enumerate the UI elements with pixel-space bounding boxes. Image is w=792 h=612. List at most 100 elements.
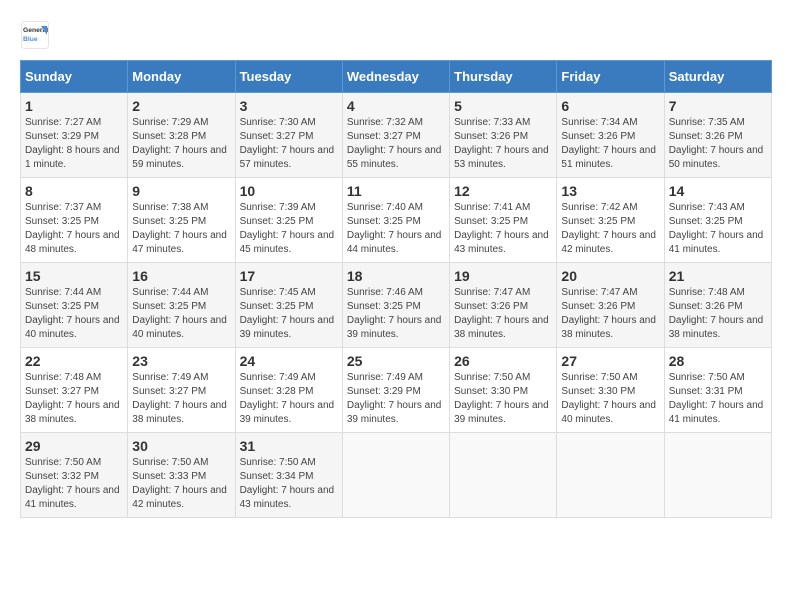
logo-icon: General Blue: [20, 20, 50, 50]
day-number: 31: [240, 438, 338, 454]
calendar-cell: 24 Sunrise: 7:49 AMSunset: 3:28 PMDaylig…: [235, 348, 342, 433]
day-number: 19: [454, 268, 552, 284]
calendar-cell: 30 Sunrise: 7:50 AMSunset: 3:33 PMDaylig…: [128, 433, 235, 518]
day-number: 27: [561, 353, 659, 369]
cell-info: Sunrise: 7:50 AMSunset: 3:31 PMDaylight:…: [669, 371, 767, 427]
cell-info: Sunrise: 7:38 AMSunset: 3:25 PMDaylight:…: [132, 201, 230, 257]
calendar-cell: 11 Sunrise: 7:40 AMSunset: 3:25 PMDaylig…: [342, 178, 449, 263]
cell-info: Sunrise: 7:49 AMSunset: 3:28 PMDaylight:…: [240, 371, 338, 427]
cell-info: Sunrise: 7:46 AMSunset: 3:25 PMDaylight:…: [347, 286, 445, 342]
day-number: 9: [132, 183, 230, 199]
cell-info: Sunrise: 7:37 AMSunset: 3:25 PMDaylight:…: [25, 201, 123, 257]
calendar-cell: 19 Sunrise: 7:47 AMSunset: 3:26 PMDaylig…: [450, 263, 557, 348]
cell-info: Sunrise: 7:43 AMSunset: 3:25 PMDaylight:…: [669, 201, 767, 257]
cell-info: Sunrise: 7:48 AMSunset: 3:27 PMDaylight:…: [25, 371, 123, 427]
day-number: 4: [347, 98, 445, 114]
calendar-cell: 29 Sunrise: 7:50 AMSunset: 3:32 PMDaylig…: [21, 433, 128, 518]
day-number: 29: [25, 438, 123, 454]
calendar-cell: 14 Sunrise: 7:43 AMSunset: 3:25 PMDaylig…: [664, 178, 771, 263]
day-number: 15: [25, 268, 123, 284]
calendar-cell: [557, 433, 664, 518]
calendar-cell: 16 Sunrise: 7:44 AMSunset: 3:25 PMDaylig…: [128, 263, 235, 348]
day-number: 5: [454, 98, 552, 114]
calendar-cell: [342, 433, 449, 518]
day-number: 16: [132, 268, 230, 284]
day-number: 14: [669, 183, 767, 199]
cell-info: Sunrise: 7:47 AMSunset: 3:26 PMDaylight:…: [454, 286, 552, 342]
cell-info: Sunrise: 7:44 AMSunset: 3:25 PMDaylight:…: [132, 286, 230, 342]
cell-info: Sunrise: 7:34 AMSunset: 3:26 PMDaylight:…: [561, 116, 659, 172]
day-number: 12: [454, 183, 552, 199]
day-number: 21: [669, 268, 767, 284]
day-number: 28: [669, 353, 767, 369]
calendar-cell: 6 Sunrise: 7:34 AMSunset: 3:26 PMDayligh…: [557, 93, 664, 178]
calendar-cell: 21 Sunrise: 7:48 AMSunset: 3:26 PMDaylig…: [664, 263, 771, 348]
calendar-cell: 10 Sunrise: 7:39 AMSunset: 3:25 PMDaylig…: [235, 178, 342, 263]
cell-info: Sunrise: 7:50 AMSunset: 3:34 PMDaylight:…: [240, 456, 338, 512]
day-number: 18: [347, 268, 445, 284]
week-row-2: 8 Sunrise: 7:37 AMSunset: 3:25 PMDayligh…: [21, 178, 772, 263]
calendar-cell: 23 Sunrise: 7:49 AMSunset: 3:27 PMDaylig…: [128, 348, 235, 433]
cell-info: Sunrise: 7:50 AMSunset: 3:30 PMDaylight:…: [561, 371, 659, 427]
cell-info: Sunrise: 7:41 AMSunset: 3:25 PMDaylight:…: [454, 201, 552, 257]
calendar-cell: 31 Sunrise: 7:50 AMSunset: 3:34 PMDaylig…: [235, 433, 342, 518]
cell-info: Sunrise: 7:49 AMSunset: 3:29 PMDaylight:…: [347, 371, 445, 427]
day-number: 23: [132, 353, 230, 369]
cell-info: Sunrise: 7:49 AMSunset: 3:27 PMDaylight:…: [132, 371, 230, 427]
calendar-cell: [450, 433, 557, 518]
day-number: 11: [347, 183, 445, 199]
day-number: 24: [240, 353, 338, 369]
cell-info: Sunrise: 7:50 AMSunset: 3:30 PMDaylight:…: [454, 371, 552, 427]
day-number: 10: [240, 183, 338, 199]
calendar-cell: 25 Sunrise: 7:49 AMSunset: 3:29 PMDaylig…: [342, 348, 449, 433]
cell-info: Sunrise: 7:39 AMSunset: 3:25 PMDaylight:…: [240, 201, 338, 257]
cell-info: Sunrise: 7:44 AMSunset: 3:25 PMDaylight:…: [25, 286, 123, 342]
calendar-cell: 8 Sunrise: 7:37 AMSunset: 3:25 PMDayligh…: [21, 178, 128, 263]
day-number: 1: [25, 98, 123, 114]
cell-info: Sunrise: 7:47 AMSunset: 3:26 PMDaylight:…: [561, 286, 659, 342]
cell-info: Sunrise: 7:29 AMSunset: 3:28 PMDaylight:…: [132, 116, 230, 172]
day-number: 20: [561, 268, 659, 284]
day-number: 22: [25, 353, 123, 369]
col-thursday: Thursday: [450, 61, 557, 93]
calendar-cell: 27 Sunrise: 7:50 AMSunset: 3:30 PMDaylig…: [557, 348, 664, 433]
col-monday: Monday: [128, 61, 235, 93]
week-row-3: 15 Sunrise: 7:44 AMSunset: 3:25 PMDaylig…: [21, 263, 772, 348]
week-row-1: 1 Sunrise: 7:27 AMSunset: 3:29 PMDayligh…: [21, 93, 772, 178]
col-wednesday: Wednesday: [342, 61, 449, 93]
day-number: 25: [347, 353, 445, 369]
calendar-cell: 9 Sunrise: 7:38 AMSunset: 3:25 PMDayligh…: [128, 178, 235, 263]
cell-info: Sunrise: 7:30 AMSunset: 3:27 PMDaylight:…: [240, 116, 338, 172]
calendar-cell: 20 Sunrise: 7:47 AMSunset: 3:26 PMDaylig…: [557, 263, 664, 348]
col-tuesday: Tuesday: [235, 61, 342, 93]
calendar-cell: 17 Sunrise: 7:45 AMSunset: 3:25 PMDaylig…: [235, 263, 342, 348]
calendar-cell: 15 Sunrise: 7:44 AMSunset: 3:25 PMDaylig…: [21, 263, 128, 348]
calendar-cell: 7 Sunrise: 7:35 AMSunset: 3:26 PMDayligh…: [664, 93, 771, 178]
svg-text:Blue: Blue: [23, 36, 38, 43]
day-number: 2: [132, 98, 230, 114]
day-number: 3: [240, 98, 338, 114]
calendar-cell: 2 Sunrise: 7:29 AMSunset: 3:28 PMDayligh…: [128, 93, 235, 178]
calendar-cell: 28 Sunrise: 7:50 AMSunset: 3:31 PMDaylig…: [664, 348, 771, 433]
cell-info: Sunrise: 7:50 AMSunset: 3:32 PMDaylight:…: [25, 456, 123, 512]
week-row-5: 29 Sunrise: 7:50 AMSunset: 3:32 PMDaylig…: [21, 433, 772, 518]
col-friday: Friday: [557, 61, 664, 93]
day-number: 17: [240, 268, 338, 284]
cell-info: Sunrise: 7:42 AMSunset: 3:25 PMDaylight:…: [561, 201, 659, 257]
day-number: 26: [454, 353, 552, 369]
calendar-cell: 22 Sunrise: 7:48 AMSunset: 3:27 PMDaylig…: [21, 348, 128, 433]
header: General Blue: [20, 20, 772, 50]
calendar-cell: 26 Sunrise: 7:50 AMSunset: 3:30 PMDaylig…: [450, 348, 557, 433]
cell-info: Sunrise: 7:40 AMSunset: 3:25 PMDaylight:…: [347, 201, 445, 257]
cell-info: Sunrise: 7:48 AMSunset: 3:26 PMDaylight:…: [669, 286, 767, 342]
cell-info: Sunrise: 7:50 AMSunset: 3:33 PMDaylight:…: [132, 456, 230, 512]
calendar-cell: 18 Sunrise: 7:46 AMSunset: 3:25 PMDaylig…: [342, 263, 449, 348]
day-number: 13: [561, 183, 659, 199]
cell-info: Sunrise: 7:33 AMSunset: 3:26 PMDaylight:…: [454, 116, 552, 172]
calendar-table: Sunday Monday Tuesday Wednesday Thursday…: [20, 60, 772, 518]
week-row-4: 22 Sunrise: 7:48 AMSunset: 3:27 PMDaylig…: [21, 348, 772, 433]
cell-info: Sunrise: 7:35 AMSunset: 3:26 PMDaylight:…: [669, 116, 767, 172]
day-number: 30: [132, 438, 230, 454]
calendar-cell: 5 Sunrise: 7:33 AMSunset: 3:26 PMDayligh…: [450, 93, 557, 178]
header-row: Sunday Monday Tuesday Wednesday Thursday…: [21, 61, 772, 93]
